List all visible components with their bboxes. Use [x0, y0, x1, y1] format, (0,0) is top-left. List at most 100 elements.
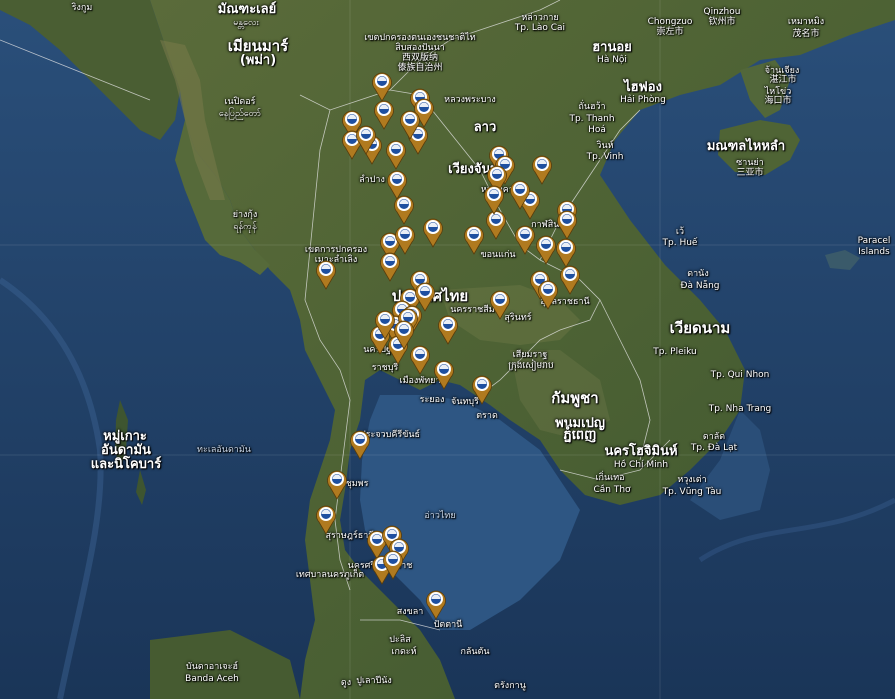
location-marker-icon[interactable]: [471, 373, 493, 405]
place-label: ริงกูม: [71, 3, 93, 13]
location-marker-icon[interactable]: [437, 313, 459, 345]
place-label: เหมาหมิง: [787, 17, 825, 27]
place-label: ลำปาง: [359, 175, 385, 185]
place-label: Chongzuo: [647, 17, 693, 27]
place-label: Tp. Vũng Tàu: [662, 487, 722, 497]
place-label: မန္တလေး: [233, 18, 259, 28]
place-label: Tp. Vinh: [586, 152, 624, 162]
place-label: เขตปกครองตนเองชนชาติไท: [364, 33, 476, 43]
location-marker-icon[interactable]: [559, 263, 581, 295]
place-label: ไฮฟอง: [624, 80, 662, 95]
place-label: หวุงเต่า: [677, 475, 707, 485]
place-label: เนปิดอร์: [224, 97, 256, 107]
place-label: နေပြည်တော်: [218, 109, 262, 119]
place-label: บันดาอาเจะฮ์: [186, 662, 238, 672]
place-label: ลาว: [473, 120, 497, 135]
place-label: Hồ Chí Minh: [613, 460, 669, 470]
location-marker-icon[interactable]: [433, 358, 455, 390]
place-label: Qinzhou: [703, 7, 741, 17]
location-marker-icon[interactable]: [422, 216, 444, 248]
location-marker-icon[interactable]: [463, 223, 485, 255]
place-label: ทะเลอันดามัน: [197, 445, 251, 455]
place-label: ถั่นฮว้า: [578, 102, 606, 112]
location-marker-icon[interactable]: [535, 233, 557, 265]
place-label: (พม่า): [239, 53, 277, 68]
location-marker-icon[interactable]: [556, 208, 578, 240]
place-label: อันดามัน: [101, 443, 151, 458]
place-label: ភ្នំពេញ: [563, 428, 597, 443]
place-label: สงขลา: [396, 607, 424, 617]
place-label: ซานย่า: [736, 158, 764, 168]
location-marker-icon[interactable]: [349, 428, 371, 460]
place-label: หลวงพระบาง: [444, 95, 496, 105]
place-label: Hà Nội: [597, 55, 627, 65]
place-label: ရန်ကုန်: [233, 222, 257, 232]
place-label: ระยอง: [419, 395, 445, 405]
place-label: Tp. Huế: [662, 238, 698, 248]
location-marker-icon[interactable]: [425, 588, 447, 620]
place-label: สิบสองปันนา: [395, 43, 445, 53]
place-label: ฮานอย: [592, 40, 632, 55]
location-marker-icon[interactable]: [379, 250, 401, 282]
location-marker-icon[interactable]: [537, 278, 559, 310]
place-label: Tp. Lào Cai: [514, 23, 566, 33]
place-label: Paracel: [857, 236, 891, 246]
place-label: หล่าวกาย: [521, 13, 559, 23]
place-label: Tp. Đà Lạt: [690, 443, 738, 453]
location-marker-icon[interactable]: [514, 223, 536, 255]
place-label: ดานัง: [687, 269, 709, 279]
location-marker-icon[interactable]: [509, 178, 531, 210]
place-label: และนิโคบาร์: [90, 457, 162, 472]
location-marker-icon[interactable]: [531, 153, 553, 185]
location-marker-icon[interactable]: [399, 108, 421, 140]
place-label: 海口市: [764, 96, 792, 106]
place-label: Banda Aceh: [185, 674, 239, 684]
location-marker-icon[interactable]: [355, 123, 377, 155]
place-label: 西双版纳: [401, 53, 439, 63]
place-label: มณฑลไหหลำ: [706, 139, 786, 154]
place-label: Tp. Qui Nhon: [710, 370, 770, 380]
place-label: Tp. Thanh: [569, 114, 615, 124]
place-label: Đà Nẵng: [680, 281, 720, 291]
place-label: 崇左市: [656, 27, 684, 37]
place-label: เขตการปกครอง: [304, 245, 368, 255]
place-label: ดาลัด: [702, 432, 726, 442]
place-label: นครโฮจิมินห์: [604, 444, 678, 459]
place-label: 湛江市: [769, 75, 797, 85]
place-label: เมียนมาร์: [227, 37, 289, 55]
place-label: ขอนแก่น: [480, 250, 516, 260]
location-marker-icon[interactable]: [326, 468, 348, 500]
place-label: ย่างกุ้ง: [232, 210, 258, 220]
place-label: เว้: [675, 227, 685, 237]
place-label: 三亚市: [736, 168, 764, 178]
location-marker-icon[interactable]: [315, 258, 337, 290]
location-marker-icon[interactable]: [374, 308, 396, 340]
place-label: ตราด: [476, 411, 498, 421]
place-label: ក្រុងសៀមរាប: [508, 361, 554, 371]
location-marker-icon[interactable]: [483, 183, 505, 215]
place-label: ตรังกานู: [494, 681, 526, 691]
place-label: กลันตัน: [460, 647, 490, 657]
place-label: Tp. Pleiku: [653, 347, 697, 357]
place-label: กัมพูชา: [551, 389, 599, 407]
location-marker-icon[interactable]: [489, 288, 511, 320]
place-label: 钦州市: [708, 17, 736, 27]
place-label: หมู่เกาะ: [103, 429, 147, 444]
place-label: ปะลิส: [389, 635, 411, 645]
satellite-map[interactable]: ริงกูม มัณฑะเลย์ မန္တလေး เมียนมาร์ (พม่า) เนป…: [0, 0, 895, 699]
place-label: เกิ่นเทอ: [595, 473, 625, 483]
place-label: ปูเลาปีนัง: [356, 676, 392, 686]
place-label: มัณฑะเลย์: [217, 2, 277, 17]
place-label: เวียดนาม: [669, 319, 731, 337]
place-label: ปัตตานี: [433, 620, 463, 630]
location-marker-icon[interactable]: [385, 138, 407, 170]
place-label: ดูง: [340, 678, 352, 688]
place-label: ชุมพร: [345, 479, 369, 489]
place-label: เทศบาลนครภูเก็ต: [295, 570, 365, 580]
location-marker-icon[interactable]: [393, 318, 415, 350]
location-marker-icon[interactable]: [393, 193, 415, 225]
location-marker-icon[interactable]: [315, 503, 337, 535]
location-marker-icon[interactable]: [382, 548, 404, 580]
place-label: เกดะห์: [391, 647, 417, 657]
place-label: เสียมราฐ: [512, 350, 548, 360]
